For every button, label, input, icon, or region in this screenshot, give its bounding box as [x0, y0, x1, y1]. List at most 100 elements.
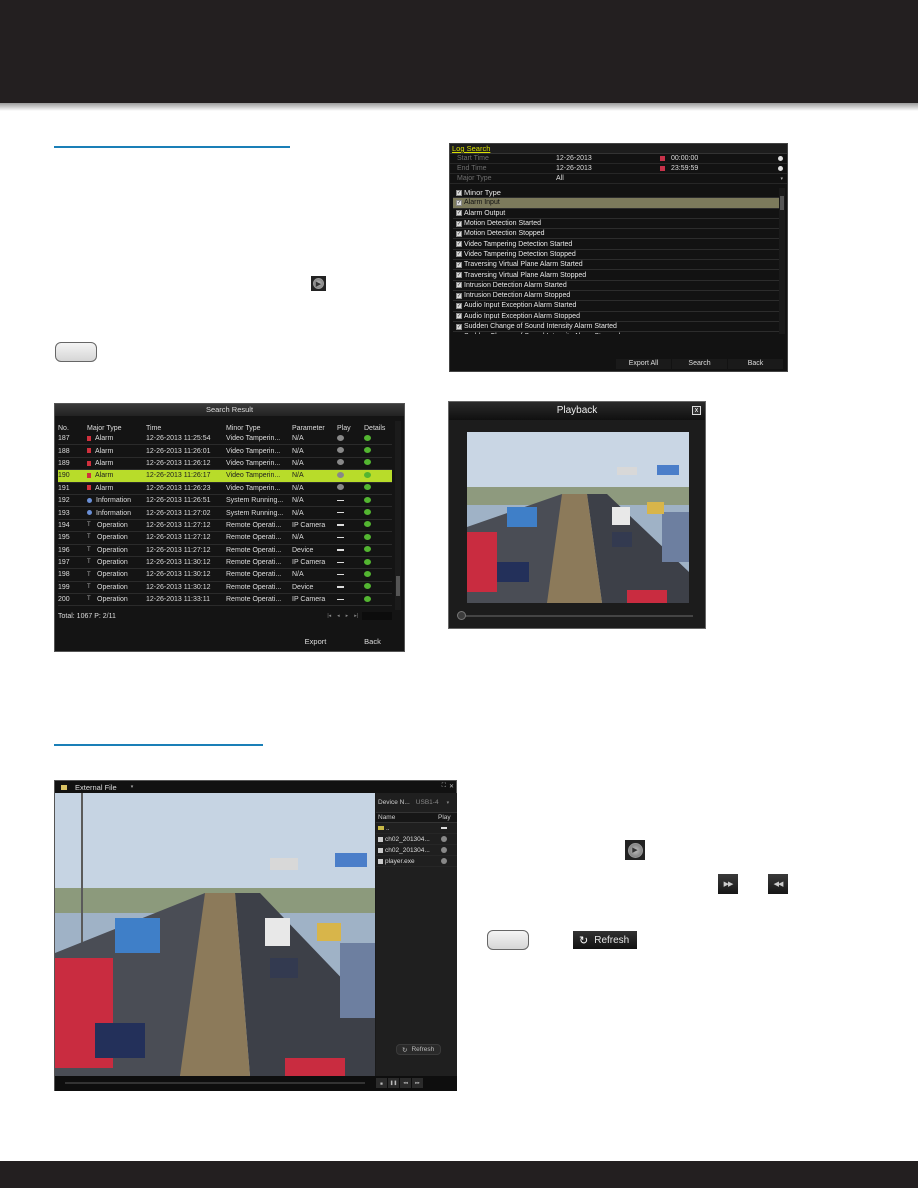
table-row[interactable]: 200 T Operation 12-26-2013 11:33:11 Remote O…	[58, 594, 392, 607]
play-icon[interactable]	[441, 836, 447, 842]
details-icon[interactable]	[364, 546, 371, 553]
search-button[interactable]: Search	[672, 359, 727, 369]
details-icon[interactable]	[364, 471, 371, 478]
playback-progress-track[interactable]	[459, 615, 693, 617]
rewind-button[interactable]: ◂◂	[400, 1078, 411, 1088]
table-row[interactable]: 192 Information 12-26-2013 11:26:51 System …	[58, 495, 392, 508]
table-row[interactable]: 191 Alarm 12-26-2013 11:26:23 Video Tamperi…	[58, 483, 392, 495]
major-type-select[interactable]: Major Type All ▾	[450, 174, 787, 184]
play-icon[interactable]	[337, 484, 344, 491]
table-row[interactable]: 187 Alarm 12-26-2013 11:25:54 Video Tamperi…	[58, 433, 392, 446]
play-icon[interactable]	[337, 447, 344, 454]
details-icon[interactable]	[364, 434, 371, 441]
checkbox-icon[interactable]: ✓	[456, 230, 462, 237]
device-select[interactable]: Device N... USB1-4 ▾	[376, 793, 457, 813]
checkbox-icon[interactable]: ✓	[456, 313, 462, 320]
minor-type-scrollbar[interactable]	[779, 188, 785, 334]
details-icon[interactable]	[364, 484, 371, 491]
details-icon[interactable]	[364, 459, 371, 466]
play-icon[interactable]	[441, 847, 447, 853]
checkbox-icon[interactable]: ✓	[456, 251, 462, 258]
checkbox-icon[interactable]: ✓	[456, 189, 462, 196]
checkbox-icon[interactable]: ✓	[456, 241, 462, 248]
fast-forward-button[interactable]: ▸▸	[412, 1078, 423, 1088]
minor-type-item[interactable]: ✓ Intrusion Detection Alarm Stopped	[453, 291, 779, 302]
minor-type-item[interactable]: ✓ Audio Input Exception Alarm Started	[453, 301, 779, 312]
checkbox-icon[interactable]: ✓	[456, 292, 462, 299]
details-icon[interactable]	[364, 509, 371, 516]
last-page-button[interactable]: ▸|	[354, 613, 358, 619]
play-icon[interactable]	[337, 459, 344, 466]
chevron-down-icon[interactable]: ▾	[780, 176, 783, 182]
table-row[interactable]: 199 T Operation 12-26-2013 11:30:12 Remote O…	[58, 582, 392, 595]
checkbox-icon[interactable]: ✓	[456, 302, 462, 309]
minor-type-item[interactable]: ✓ Alarm Output	[453, 209, 779, 219]
calendar-icon[interactable]	[660, 156, 665, 161]
minor-type-item[interactable]: ✓ Audio Input Exception Alarm Stopped	[453, 312, 779, 322]
clock-icon[interactable]	[778, 156, 783, 161]
file-list-item[interactable]: ..	[376, 823, 457, 834]
export-button[interactable]: Export	[288, 637, 343, 647]
clock-icon[interactable]	[778, 166, 783, 171]
details-icon[interactable]	[364, 521, 371, 528]
checkbox-icon[interactable]: ✓	[456, 210, 462, 217]
chevron-down-icon[interactable]: ▾	[131, 784, 134, 790]
checkbox-icon[interactable]: ✓	[456, 272, 462, 279]
first-page-button[interactable]: |◂	[327, 613, 331, 619]
minor-type-item[interactable]: ✓ Motion Detection Started	[453, 219, 779, 230]
minor-type-item[interactable]: ✓ Motion Detection Stopped	[453, 229, 779, 240]
checkbox-icon[interactable]: ✓	[456, 261, 462, 268]
play-icon[interactable]	[441, 858, 447, 864]
table-row[interactable]: 195 T Operation 12-26-2013 11:27:12 Remote O…	[58, 532, 392, 545]
checkbox-icon[interactable]: ✓	[456, 199, 462, 206]
next-page-button[interactable]: ▸	[346, 613, 349, 619]
play-icon[interactable]	[337, 471, 344, 478]
table-row[interactable]: 189 Alarm 12-26-2013 11:26:12 Video Tamperi…	[58, 458, 392, 471]
fullscreen-icon[interactable]: ⛶	[442, 783, 446, 790]
minor-type-item[interactable]: ✓ Traversing Virtual Plane Alarm Stopped	[453, 270, 779, 281]
details-icon[interactable]	[364, 533, 371, 540]
table-row[interactable]: 190 Alarm 12-26-2013 11:26:17 Video Tamperi…	[58, 470, 392, 483]
minor-type-item[interactable]: ✓ Alarm Input	[453, 198, 779, 209]
minor-type-item[interactable]: ✓ Intrusion Detection Alarm Started	[453, 281, 779, 291]
table-row[interactable]: 194 T Operation 12-26-2013 11:27:12 Remote O…	[58, 520, 392, 533]
checkbox-icon[interactable]: ✓	[456, 323, 462, 330]
pause-button[interactable]: ❚❚	[388, 1078, 399, 1088]
page-input[interactable]	[362, 612, 392, 620]
export-all-button[interactable]: Export All	[616, 359, 671, 369]
minor-type-item[interactable]: ✓ Traversing Virtual Plane Alarm Started	[453, 260, 779, 271]
search-result-scrollbar[interactable]	[395, 421, 401, 610]
details-icon[interactable]	[364, 447, 371, 454]
details-icon[interactable]	[364, 496, 371, 503]
minor-type-item[interactable]: ✓Sudden Change of Sound Intensity Alarm …	[453, 322, 779, 333]
minor-type-item[interactable]: ✓ Video Tampering Detection Stopped	[453, 250, 779, 261]
playback-progress-handle[interactable]	[457, 611, 466, 620]
back-button[interactable]: Back	[728, 359, 783, 369]
external-file-title[interactable]: External File	[75, 783, 117, 792]
minor-type-header[interactable]: ✓ Minor Type	[453, 188, 779, 199]
file-list-item[interactable]: player.exe	[376, 856, 457, 867]
calendar-icon[interactable]	[660, 166, 665, 171]
refresh-button[interactable]: ↻ Refresh	[396, 1044, 441, 1055]
details-icon[interactable]	[364, 558, 371, 565]
details-icon[interactable]	[364, 595, 371, 602]
checkbox-icon[interactable]: ✓	[456, 220, 462, 227]
file-list-item[interactable]: ch02_201304...	[376, 845, 457, 856]
table-row[interactable]: 198 T Operation 12-26-2013 11:30:12 Remote O…	[58, 569, 392, 582]
table-row[interactable]: 193 Information 12-26-2013 11:27:02 System …	[58, 507, 392, 520]
start-time-field[interactable]: Start Time 12-26-2013 00:00:00	[450, 154, 787, 164]
minor-type-item[interactable]: ✓Sudden Change of Sound Intensity Alarm …	[453, 332, 779, 334]
chevron-down-icon[interactable]: ▾	[447, 800, 450, 806]
details-icon[interactable]	[364, 570, 371, 577]
checkbox-icon[interactable]: ✓	[456, 282, 462, 289]
minor-type-item[interactable]: ✓ Video Tampering Detection Started	[453, 239, 779, 250]
close-icon[interactable]: x	[692, 406, 701, 415]
play-icon[interactable]	[337, 434, 344, 441]
stop-button[interactable]: ■	[376, 1078, 387, 1088]
back-button[interactable]: Back	[345, 637, 400, 647]
table-row[interactable]: 188 Alarm 12-26-2013 11:26:01 Video Tamperi…	[58, 445, 392, 458]
details-icon[interactable]	[364, 583, 371, 590]
file-list-item[interactable]: ch02_201304...	[376, 834, 457, 845]
end-time-field[interactable]: End Time 12-26-2013 23:59:59	[450, 164, 787, 174]
seek-track[interactable]	[65, 1082, 365, 1084]
